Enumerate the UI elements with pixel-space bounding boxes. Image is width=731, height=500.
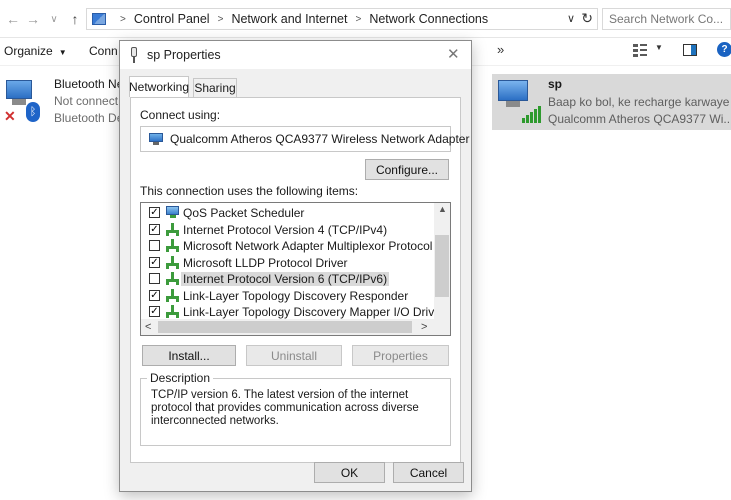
items-list[interactable]: ✓ QoS Packet Scheduler ✓ Internet Protocol … — [140, 202, 451, 336]
scroll-up-icon[interactable]: ▲ — [438, 204, 447, 214]
connect-using-label: Connect using: — [140, 108, 221, 122]
item-label: QoS Packet Scheduler — [183, 206, 305, 220]
network-service-icon — [166, 206, 180, 219]
breadcrumb-network-connections[interactable]: Network Connections — [369, 12, 488, 26]
breadcrumb-network-internet[interactable]: Network and Internet — [231, 12, 347, 26]
protocol-icon — [166, 305, 180, 318]
item-label: Microsoft Network Adapter Multiplexor Pr… — [183, 239, 433, 253]
up-arrow-icon[interactable]: ↑ — [66, 10, 84, 28]
properties-button[interactable]: Properties — [352, 345, 449, 366]
organize-menu[interactable]: Organize ▼ — [4, 44, 67, 58]
list-item[interactable]: Internet Protocol Version 6 (TCP/IPv6) — [141, 271, 435, 287]
network-plug-icon — [130, 47, 138, 63]
description-label: Description — [147, 371, 214, 385]
connect-to-menu[interactable]: Conn — [89, 44, 118, 58]
tab-networking[interactable]: Networking — [129, 76, 189, 97]
wifi-connection-item[interactable]: sp Baap ko bol, ke recharge karwaye Qual… — [492, 74, 731, 130]
back-arrow-icon[interactable]: ← — [4, 10, 22, 28]
cancel-button[interactable]: Cancel — [393, 462, 464, 483]
list-item[interactable]: ✓ Microsoft LLDP Protocol Driver — [141, 255, 435, 271]
protocol-icon — [166, 239, 180, 252]
network-adapter-icon — [149, 133, 164, 145]
refresh-icon[interactable]: ↻ — [581, 10, 593, 27]
bluetooth-connection-item[interactable]: ✕ ᛒ Bluetooth Ne Not connect Bluetooth D… — [0, 74, 124, 130]
control-panel-icon — [92, 13, 106, 25]
dialog-titlebar[interactable]: sp Properties ✕ — [120, 41, 471, 69]
tab-sharing[interactable]: Sharing — [193, 78, 237, 97]
change-view-icon[interactable] — [633, 43, 647, 57]
vertical-scrollbar[interactable]: ▲ — [434, 203, 450, 321]
horizontal-scrollbar[interactable]: < > — [141, 319, 450, 335]
item-checkbox[interactable]: ✓ — [149, 223, 160, 235]
item-checkbox[interactable]: ✓ — [149, 289, 160, 301]
dropdown-chevron-icon[interactable]: ∨ — [567, 12, 575, 25]
hscroll-thumb[interactable] — [158, 321, 412, 333]
wifi-adapter-icon — [496, 78, 544, 126]
items-label: This connection uses the following items… — [140, 184, 359, 198]
connection-device: Qualcomm Atheros QCA9377 Wi... — [548, 112, 731, 126]
item-checkbox[interactable] — [149, 240, 160, 251]
bluetooth-adapter-icon: ✕ ᛒ — [4, 78, 40, 124]
scroll-thumb[interactable] — [435, 235, 449, 297]
dropdown-arrow-icon: ▼ — [58, 48, 67, 57]
connection-status: Not connect — [54, 94, 119, 108]
item-label: Internet Protocol Version 6 (TCP/IPv6) — [181, 272, 390, 286]
item-checkbox[interactable]: ✓ — [149, 256, 160, 268]
item-checkbox[interactable] — [149, 273, 160, 284]
organize-label: Organize — [4, 44, 53, 58]
item-checkbox[interactable]: ✓ — [149, 306, 160, 317]
list-item[interactable]: Microsoft Network Adapter Multiplexor Pr… — [141, 238, 435, 254]
protocol-icon — [166, 288, 180, 302]
adapter-box: Qualcomm Atheros QCA9377 Wireless Networ… — [140, 126, 469, 152]
preview-pane-icon[interactable] — [683, 44, 697, 56]
dialog-title: sp Properties — [147, 48, 221, 62]
list-item[interactable]: ✓ Internet Protocol Version 4 (TCP/IPv4) — [141, 222, 435, 238]
view-dropdown-icon[interactable]: ▼ — [655, 43, 663, 52]
item-label: Internet Protocol Version 4 (TCP/IPv4) — [183, 222, 388, 237]
search-input[interactable]: Search Network Co... — [602, 8, 731, 30]
description-text: TCP/IP version 6. The latest version of … — [151, 389, 419, 427]
connection-status: Baap ko bol, ke recharge karwaye — [548, 95, 730, 109]
list-item[interactable]: ✓ QoS Packet Scheduler — [141, 205, 435, 221]
breadcrumb-control-panel[interactable]: Control Panel — [134, 12, 210, 26]
crumb-separator-icon: > — [120, 13, 126, 25]
adapter-name: Qualcomm Atheros QCA9377 Wireless Networ… — [170, 132, 470, 146]
scroll-left-icon[interactable]: < — [145, 321, 151, 333]
forward-arrow-icon[interactable]: → — [24, 10, 42, 28]
help-icon[interactable]: ? — [717, 42, 731, 57]
protocol-icon — [166, 272, 180, 285]
uninstall-button[interactable]: Uninstall — [246, 345, 342, 366]
networking-tab-panel: Connect using: Qualcomm Atheros QCA9377 … — [130, 97, 469, 463]
item-label: Link-Layer Topology Discovery Responder — [183, 288, 409, 303]
list-item[interactable]: ✓ Link-Layer Topology Discovery Responder — [141, 288, 435, 304]
item-label: Microsoft LLDP Protocol Driver — [183, 255, 348, 270]
list-item[interactable]: ✓ Link-Layer Topology Discovery Mapper I/… — [141, 304, 445, 320]
close-icon[interactable]: ✕ — [447, 45, 460, 63]
item-label: Link-Layer Topology Discovery Mapper I/O… — [183, 305, 445, 319]
address-bar-area: ← → ∨ ↑ > Control Panel > Network and In… — [0, 0, 731, 38]
properties-dialog: sp Properties ✕ Networking Sharing Conne… — [119, 40, 472, 492]
ok-button[interactable]: OK — [314, 462, 385, 483]
address-box[interactable]: > Control Panel > Network and Internet >… — [86, 8, 598, 30]
scroll-right-icon[interactable]: > — [421, 321, 427, 333]
bluetooth-icon: ᛒ — [26, 102, 40, 122]
protocol-icon — [166, 255, 180, 269]
connection-device: Bluetooth De — [54, 111, 124, 125]
description-group: Description TCP/IP version 6. The latest… — [140, 371, 451, 446]
more-commands-button[interactable]: » — [497, 42, 504, 57]
crumb-separator-icon: > — [217, 13, 224, 25]
item-checkbox[interactable]: ✓ — [149, 207, 160, 218]
recent-chevron-icon[interactable]: ∨ — [45, 10, 63, 28]
connection-name: sp — [548, 77, 563, 91]
protocol-icon — [166, 222, 180, 236]
configure-button[interactable]: Configure... — [365, 159, 449, 180]
install-button[interactable]: Install... — [142, 345, 236, 366]
connection-name: Bluetooth Ne — [54, 77, 124, 91]
crumb-separator-icon: > — [355, 13, 362, 25]
disconnected-x-icon: ✕ — [4, 108, 16, 124]
configure-label: Configure... — [375, 162, 439, 177]
